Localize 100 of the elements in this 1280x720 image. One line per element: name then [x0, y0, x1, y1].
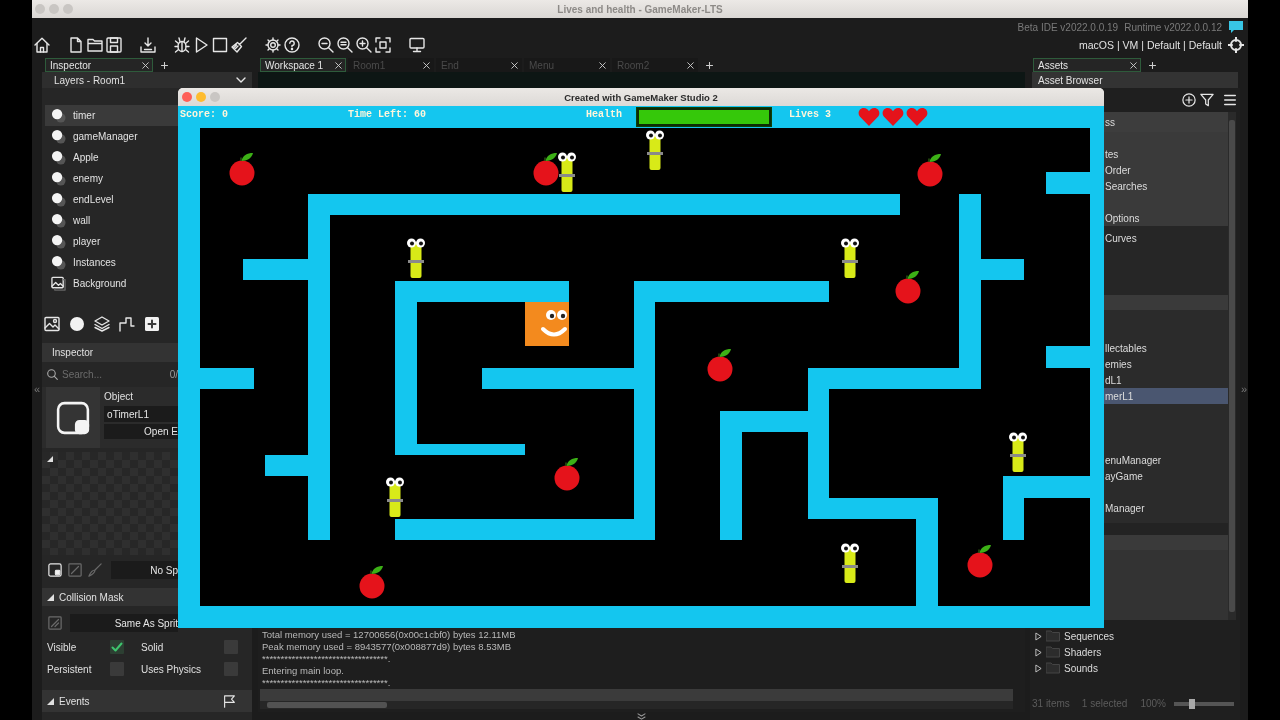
asset-item[interactable]: enuManager — [1104, 452, 1228, 468]
collapse-toggle[interactable]: « — [33, 383, 41, 395]
layer-item[interactable]: Background — [45, 273, 178, 294]
download-icon[interactable] — [140, 37, 156, 53]
brush-icon[interactable] — [88, 563, 102, 577]
target-text[interactable]: macOS | VM | Default | Default — [1079, 39, 1222, 51]
layer-item[interactable]: player — [45, 231, 178, 252]
mask-field[interactable]: Same As Sprit — [70, 614, 178, 632]
open-button[interactable]: Open E — [104, 424, 178, 439]
flag-icon[interactable] — [223, 694, 236, 708]
close-icon[interactable] — [335, 61, 342, 69]
caret-icon[interactable] — [1035, 663, 1042, 673]
worm-icon — [1009, 432, 1027, 472]
asset-item[interactable]: Searches — [1104, 178, 1228, 194]
asset-item[interactable]: merL1 — [1104, 388, 1228, 404]
zoom-slider[interactable] — [1174, 701, 1234, 706]
asset-item[interactable]: emies — [1104, 356, 1228, 372]
edit-icon[interactable] — [68, 563, 82, 577]
corners-icon[interactable] — [375, 37, 391, 53]
slider-thumb[interactable] — [1189, 698, 1195, 709]
path-icon[interactable] — [119, 316, 135, 332]
add-icon[interactable] — [1182, 93, 1196, 107]
circles-icon — [51, 192, 66, 207]
crosshair-icon[interactable] — [1228, 37, 1244, 53]
image-icon[interactable] — [44, 316, 60, 332]
filter-icon[interactable] — [1200, 93, 1214, 107]
asset-item[interactable]: Options — [1104, 210, 1228, 226]
section-header[interactable]: Events — [42, 690, 252, 712]
layer-item[interactable]: Apple — [45, 147, 178, 168]
add-icon[interactable] — [144, 316, 160, 332]
home-icon[interactable] — [34, 37, 50, 53]
layer-item[interactable]: wall — [45, 210, 178, 231]
broom-icon[interactable] — [231, 37, 247, 53]
caret-icon[interactable] — [1035, 647, 1042, 657]
folder-item[interactable]: Sequences — [1030, 628, 1240, 644]
plus-icon[interactable] — [161, 61, 168, 69]
layer-item[interactable]: Instances — [45, 252, 178, 273]
monitor-icon[interactable] — [409, 37, 425, 53]
panel-tab[interactable]: Assets — [1033, 58, 1141, 72]
stop-icon[interactable] — [212, 37, 228, 53]
layer-item[interactable]: enemy — [45, 168, 178, 189]
search-field[interactable]: Search... — [62, 366, 166, 382]
window-title: Created with GameMaker Studio 2 — [564, 91, 718, 103]
close-icon[interactable] — [687, 61, 694, 69]
asset-item[interactable]: tes — [1104, 146, 1228, 162]
triangle-icon[interactable] — [47, 456, 53, 462]
asset-item[interactable]: dL1 — [1104, 372, 1228, 388]
asset-item[interactable]: ss — [1104, 114, 1228, 130]
maze-wall — [200, 368, 254, 389]
console-line: **********************************. — [261, 677, 392, 689]
close-icon[interactable] — [1130, 61, 1137, 69]
folder-item[interactable]: Shaders — [1030, 644, 1240, 660]
play-icon[interactable] — [193, 37, 209, 53]
layer-item[interactable]: timer — [45, 105, 178, 126]
heart-icon — [882, 107, 904, 127]
name-field[interactable]: oTimerL1 — [104, 406, 178, 422]
layer-item[interactable]: endLevel — [45, 189, 178, 210]
status-text: 31 items — [1032, 698, 1070, 709]
collapse-toggle[interactable]: » — [1240, 383, 1248, 395]
plus-icon[interactable] — [1149, 61, 1156, 69]
help-icon[interactable] — [284, 37, 300, 53]
zoom-reset-icon[interactable] — [337, 37, 353, 53]
circle-icon[interactable] — [69, 316, 85, 332]
close-icon[interactable] — [599, 61, 606, 69]
asset-item[interactable]: Order — [1104, 162, 1228, 178]
asset-item[interactable]: ayGame — [1104, 468, 1228, 484]
mask-icon[interactable] — [48, 616, 62, 630]
zoom-out-icon[interactable] — [318, 37, 334, 53]
checkbox[interactable] — [110, 640, 124, 654]
chat-icon[interactable] — [1228, 20, 1244, 34]
caret-icon[interactable] — [236, 77, 246, 83]
new-file-icon[interactable] — [68, 37, 84, 53]
plus-icon[interactable] — [706, 61, 713, 69]
folder-icon[interactable] — [87, 37, 103, 53]
apple-icon — [707, 349, 733, 382]
panel-tab[interactable]: Inspector — [45, 58, 153, 72]
bug-icon[interactable] — [174, 37, 190, 53]
sprite-icon[interactable] — [48, 563, 62, 577]
caret-icon[interactable] — [1035, 631, 1042, 641]
close-icon[interactable] — [142, 61, 149, 69]
close-icon[interactable] — [423, 61, 430, 69]
asset-item[interactable]: Manager — [1104, 500, 1228, 516]
triangle-icon[interactable] — [47, 593, 54, 601]
gear-icon[interactable] — [265, 37, 281, 53]
asset-item[interactable]: llectables — [1104, 340, 1228, 356]
layers-dropdown[interactable]: Layers - Room1 — [42, 72, 252, 88]
panel-tab[interactable]: Workspace 1 — [260, 58, 346, 72]
close-icon[interactable] — [511, 61, 518, 69]
chevron-icon[interactable] — [637, 712, 646, 720]
scrollbar[interactable] — [267, 702, 387, 708]
layer-item[interactable]: gameManager — [45, 126, 178, 147]
folder-item[interactable]: Sounds — [1030, 660, 1240, 676]
scrollbar[interactable] — [1229, 120, 1235, 612]
tiles-icon[interactable] — [94, 316, 110, 332]
sprite-field[interactable]: No Sp — [111, 561, 178, 579]
save-icon[interactable] — [106, 37, 122, 53]
zoom-in-icon[interactable] — [356, 37, 372, 53]
menu-icon[interactable] — [1223, 94, 1237, 106]
triangle-icon[interactable] — [47, 697, 54, 705]
section-header[interactable]: Collision Mask — [42, 588, 178, 606]
